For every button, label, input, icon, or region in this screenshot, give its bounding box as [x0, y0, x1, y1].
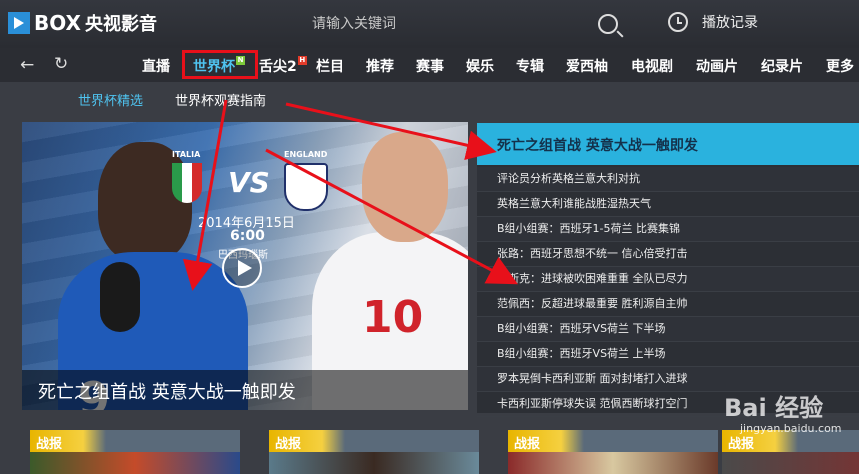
list-item[interactable]: 张路：西班牙思想不统一 信心倍受打击 [477, 242, 859, 267]
card-thumbnail [269, 452, 479, 474]
italy-badge: ITALIA [172, 150, 212, 210]
card-thumbnail [30, 452, 240, 474]
nav-item-label: 纪录片 [761, 59, 803, 75]
card-tag: 战报 [269, 430, 345, 452]
nav-item-aixiyou[interactable]: 爱西柚 [566, 56, 608, 76]
nav-item-label: 娱乐 [466, 59, 494, 75]
sub-nav: 世界杯精选 世界杯观赛指南 [0, 82, 859, 116]
side-panel-header[interactable]: 死亡之组首战 英意大战一触即发 [477, 123, 859, 165]
hero-caption[interactable]: 死亡之组首战 英意大战一触即发 [38, 378, 296, 404]
match-time: 6:00 [230, 228, 265, 244]
report-card[interactable]: 战报 [508, 430, 718, 474]
nav-item-columns[interactable]: 栏目 [316, 56, 344, 76]
card-tag: 战报 [30, 430, 106, 452]
nav-item-label: 专辑 [516, 59, 544, 75]
nav-item-label: 更多 [826, 59, 854, 75]
title-bar: BOX 央视影音 播放记录 [0, 0, 859, 48]
report-card[interactable]: 战报 [30, 430, 240, 474]
list-item[interactable]: 范佩西：反超进球最重要 胜利源自主帅 [477, 292, 859, 317]
play-icon[interactable] [222, 248, 262, 288]
list-item[interactable]: B组小组赛：西班牙VS荷兰 下半场 [477, 317, 859, 342]
search-input[interactable] [294, 8, 594, 40]
hot-badge: H [297, 56, 307, 65]
side-panel-title: 死亡之组首战 英意大战一触即发 [497, 138, 698, 154]
team-right-label: ENGLAND [284, 150, 328, 159]
nav-item-recommend[interactable]: 推荐 [366, 56, 394, 76]
side-panel: 死亡之组首战 英意大战一触即发 评论员分析英格兰意大利对抗 英格兰意大利谁能战胜… [477, 123, 859, 417]
nav-item-more[interactable]: 更多 [826, 56, 854, 76]
list-item[interactable]: B组小组赛：西班牙VS荷兰 上半场 [477, 342, 859, 367]
nav-item-animation[interactable]: 动画片 [696, 56, 738, 76]
nav-item-label: 爱西柚 [566, 59, 608, 75]
list-item[interactable]: 评论员分析英格兰意大利对抗 [477, 167, 859, 192]
nav-item-label: 电视剧 [631, 59, 673, 75]
list-item[interactable]: B组小组赛：西班牙1-5荷兰 比赛集锦 [477, 217, 859, 242]
hero-caption-bar: 死亡之组首战 英意大战一触即发 [22, 370, 468, 410]
nav-item-shejian[interactable]: 舌尖2 H [259, 56, 307, 76]
nav-item-albums[interactable]: 专辑 [516, 56, 544, 76]
nav-item-label: 动画片 [696, 59, 738, 75]
clock-icon [668, 12, 688, 32]
vs-text: VS [228, 166, 270, 199]
shirt-number-right: 10 [362, 292, 424, 343]
nav-item-label: 舌尖2 [259, 59, 297, 75]
main-nav: ← ↻ 直播 世界杯 N 舌尖2 H 栏目 推荐 赛事 娱乐 专辑 爱西柚 电视剧 … [0, 48, 859, 82]
nav-item-label: 栏目 [316, 59, 344, 75]
app-logo[interactable]: BOX 央视影音 [8, 10, 157, 36]
video-list: 评论员分析英格兰意大利对抗 英格兰意大利谁能战胜湿热天气 B组小组赛：西班牙1-… [477, 167, 859, 417]
history-button[interactable]: 播放记录 [668, 12, 758, 32]
report-card[interactable]: 战报 [269, 430, 479, 474]
team-left-label: ITALIA [172, 150, 201, 159]
england-shield-icon [284, 163, 328, 211]
watermark-text: Bai 经验 [724, 394, 824, 422]
list-item[interactable]: 博斯克：进球被吹困难重重 全队已尽力 [477, 267, 859, 292]
nav-item-entertainment[interactable]: 娱乐 [466, 56, 494, 76]
nav-item-label: 推荐 [366, 59, 394, 75]
nav-item-label: 直播 [142, 59, 170, 75]
search-icon[interactable] [598, 14, 618, 34]
nav-item-documentary[interactable]: 纪录片 [761, 56, 803, 76]
logo-cn-text: 央视影音 [84, 14, 157, 35]
subnav-worldcup-guide[interactable]: 世界杯观赛指南 [175, 90, 266, 109]
england-badge: ENGLAND [284, 150, 334, 211]
logo-box-text: BOX [34, 11, 81, 35]
search-box [294, 8, 634, 40]
card-tag-label: 战报 [275, 437, 302, 452]
card-tag: 战报 [508, 430, 584, 452]
logo-play-icon [8, 12, 30, 34]
nav-item-tv-series[interactable]: 电视剧 [631, 56, 673, 76]
card-tag-label: 战报 [36, 437, 63, 452]
baidu-watermark: Bai 经验 jingyan.baidu.com [690, 386, 859, 474]
nav-item-label: 赛事 [416, 59, 444, 75]
back-arrow-icon[interactable]: ← [20, 56, 38, 74]
highlight-box [182, 50, 258, 79]
watermark-url: jingyan.baidu.com [740, 422, 842, 435]
italy-shield-icon [172, 163, 202, 203]
card-tag-label: 战报 [514, 437, 541, 452]
list-item[interactable]: 英格兰意大利谁能战胜湿热天气 [477, 192, 859, 217]
card-thumbnail [508, 452, 718, 474]
history-label: 播放记录 [702, 15, 758, 31]
subnav-worldcup-picks[interactable]: 世界杯精选 [78, 90, 143, 109]
nav-item-live[interactable]: 直播 [142, 56, 170, 76]
refresh-icon[interactable]: ↻ [54, 55, 72, 73]
hero-banner[interactable]: 9 10 ITALIA VS ENGLAND 2014年6月15日 6:00 巴… [22, 122, 468, 410]
nav-item-events[interactable]: 赛事 [416, 56, 444, 76]
player-england-image: 10 [312, 132, 468, 410]
